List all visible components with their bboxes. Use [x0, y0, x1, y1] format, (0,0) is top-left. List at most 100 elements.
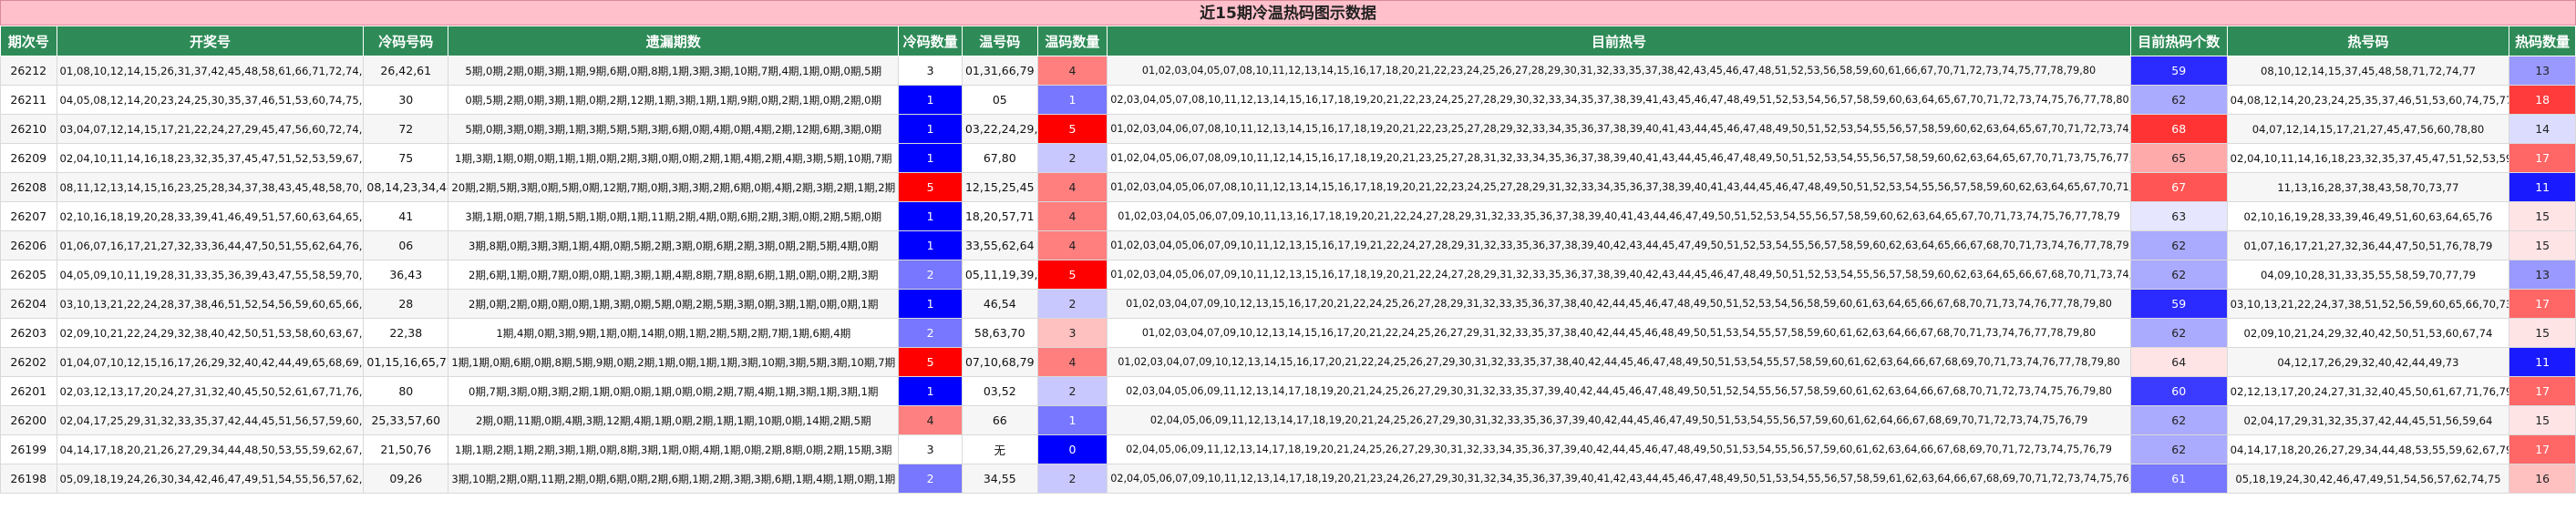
cell-period: 26204: [0, 289, 57, 319]
cell-hot-num: 11,13,16,28,37,38,43,58,70,73,77: [2226, 172, 2510, 202]
cell-cold: 22,38: [363, 318, 449, 348]
cell-hot-num: 02,04,10,11,14,16,18,23,32,35,37,45,47,5…: [2226, 143, 2510, 173]
table-row: 26209 02,04,10,11,14,16,18,23,32,35,37,45…: [0, 143, 2576, 173]
cell-hot: 02,04,05,06,09,11,12,13,14,17,18,19,20,2…: [1107, 405, 2131, 435]
table-row: 26208 08,11,12,13,14,15,16,23,25,28,34,37…: [0, 172, 2576, 202]
cell-hot-total: 60: [2129, 376, 2228, 406]
cell-cold-count: 5: [898, 172, 963, 202]
cell-cold: 36,43: [363, 260, 449, 290]
cell-hot-count: 15: [2509, 201, 2576, 231]
cell-omission: 2期,6期,1期,0期,7期,0期,0期,1期,3期,1期,4期,8期,7期,8…: [448, 260, 900, 290]
cell-cold-count: 5: [898, 347, 963, 377]
cell-hot-count: 16: [2509, 464, 2576, 494]
table-row: 26203 02,09,10,21,22,24,29,32,38,40,42,50…: [0, 318, 2576, 348]
cell-hot-total: 65: [2129, 143, 2228, 173]
cell-hot-num: 04,09,10,28,31,33,35,55,58,59,70,77,79: [2226, 260, 2510, 290]
cell-hot: 02,04,05,06,07,09,10,11,12,13,14,17,18,1…: [1107, 464, 2131, 494]
cell-period: 26208: [0, 172, 57, 202]
page-title: 近15期冷温热码图示数据: [0, 0, 2576, 26]
cell-cold: 21,50,76: [363, 434, 449, 464]
cell-draw: 03,10,13,21,22,24,28,37,38,46,51,52,54,5…: [56, 289, 365, 319]
cell-warm: 33,55,62,64: [961, 230, 1038, 260]
cell-draw: 02,10,16,18,19,20,28,33,39,41,46,49,51,5…: [56, 201, 365, 231]
cell-hot-num: 04,08,12,14,20,23,24,25,35,37,46,51,53,6…: [2226, 85, 2510, 115]
cell-cold: 80: [363, 376, 449, 406]
cell-hot-count: 11: [2509, 347, 2576, 377]
cell-warm: 46,54: [961, 289, 1038, 319]
header-draw: 开奖号: [56, 26, 365, 56]
cell-hot-num: 03,10,13,21,22,24,37,38,51,52,56,59,60,6…: [2226, 289, 2510, 319]
cell-warm-count: 1: [1036, 405, 1108, 435]
cell-hot-total: 62: [2129, 85, 2228, 115]
table-row: 26205 04,05,09,10,11,19,28,31,33,35,36,39…: [0, 260, 2576, 290]
cell-warm: 18,20,57,71: [961, 201, 1038, 231]
cell-hot: 01,02,03,04,06,07,08,10,11,12,13,14,15,1…: [1107, 114, 2131, 144]
cell-cold: 30: [363, 85, 449, 115]
header-warm-count: 温码数量: [1036, 26, 1108, 56]
cell-draw: 04,05,08,12,14,20,23,24,25,30,35,37,46,5…: [56, 85, 365, 115]
cell-cold: 08,14,23,34,48: [363, 172, 449, 202]
cell-warm-count: 4: [1036, 172, 1108, 202]
cell-draw: 04,14,17,18,20,21,26,27,29,34,44,48,50,5…: [56, 434, 365, 464]
cell-hot-num: 04,07,12,14,15,17,21,27,45,47,56,60,78,8…: [2226, 114, 2510, 144]
cell-cold-count: 4: [898, 405, 963, 435]
cell-hot: 02,03,04,05,06,09,11,12,13,14,17,18,19,2…: [1107, 376, 2131, 406]
cell-cold: 25,33,57,60: [363, 405, 449, 435]
cell-omission: 2期,0期,2期,0期,0期,0期,1期,3期,0期,5期,0期,2期,5期,3…: [448, 289, 900, 319]
cell-omission: 0期,7期,3期,0期,3期,2期,1期,0期,0期,1期,0期,0期,2期,7…: [448, 376, 900, 406]
cell-hot-count: 15: [2509, 405, 2576, 435]
cell-omission: 1期,4期,0期,3期,9期,1期,0期,14期,0期,1期,2期,5期,2期,…: [448, 318, 900, 348]
table-row: 26207 02,10,16,18,19,20,28,33,39,41,46,49…: [0, 201, 2576, 231]
cell-hot-count: 17: [2509, 434, 2576, 464]
cell-warm-count: 4: [1036, 347, 1108, 377]
cell-cold: 75: [363, 143, 449, 173]
cell-hot-total: 67: [2129, 172, 2228, 202]
cell-warm-count: 2: [1036, 376, 1108, 406]
cell-hot-count: 18: [2509, 85, 2576, 115]
cell-cold-count: 2: [898, 260, 963, 290]
cell-draw: 02,09,10,21,22,24,29,32,38,40,42,50,51,5…: [56, 318, 365, 348]
cell-cold-count: 3: [898, 56, 963, 86]
cell-hot-count: 13: [2509, 56, 2576, 86]
cell-hot-total: 62: [2129, 405, 2228, 435]
cell-hot-num: 04,12,17,26,29,32,40,42,44,49,73: [2226, 347, 2510, 377]
cell-period: 26202: [0, 347, 57, 377]
cell-cold: 06: [363, 230, 449, 260]
header-period: 期次号: [0, 26, 57, 56]
cell-cold-count: 2: [898, 318, 963, 348]
cell-period: 26211: [0, 85, 57, 115]
cell-warm-count: 2: [1036, 464, 1108, 494]
table-row: 26198 05,09,18,19,24,26,30,34,42,46,47,49…: [0, 464, 2576, 494]
cell-period: 26198: [0, 464, 57, 494]
header-hot-num: 热号码: [2226, 26, 2510, 56]
cell-period: 26201: [0, 376, 57, 406]
cell-omission: 1期,1期,2期,1期,2期,3期,1期,0期,8期,3期,1期,0期,4期,1…: [448, 434, 900, 464]
cell-draw: 02,04,10,11,14,16,18,23,32,35,37,45,47,5…: [56, 143, 365, 173]
cell-hot-num: 08,10,12,14,15,37,45,48,58,71,72,74,77: [2226, 56, 2510, 86]
cell-hot-count: 17: [2509, 143, 2576, 173]
table-row: 26199 04,14,17,18,20,21,26,27,29,34,44,48…: [0, 434, 2576, 464]
cell-hot: 01,02,03,04,05,06,07,09,10,11,13,16,17,1…: [1107, 201, 2131, 231]
cell-draw: 04,05,09,10,11,19,28,31,33,35,36,39,43,4…: [56, 260, 365, 290]
cell-cold: 41: [363, 201, 449, 231]
table-row: 26201 02,03,12,13,17,20,24,27,31,32,40,45…: [0, 376, 2576, 406]
cell-cold-count: 1: [898, 201, 963, 231]
cell-hot: 01,02,03,04,07,09,10,12,13,15,16,17,20,2…: [1107, 289, 2131, 319]
cell-cold-count: 1: [898, 376, 963, 406]
cell-period: 26203: [0, 318, 57, 348]
cell-period: 26209: [0, 143, 57, 173]
table-row: 26211 04,05,08,12,14,20,23,24,25,30,35,37…: [0, 85, 2576, 115]
cell-hot-count: 11: [2509, 172, 2576, 202]
table-body: 26212 01,08,10,12,14,15,26,31,37,42,45,48…: [0, 56, 2576, 494]
cell-cold: 01,15,16,65,77: [363, 347, 449, 377]
cell-hot-num: 02,12,13,17,20,24,27,31,32,40,45,50,61,6…: [2226, 376, 2510, 406]
cell-warm: 58,63,70: [961, 318, 1038, 348]
cell-omission: 20期,2期,5期,3期,0期,5期,0期,12期,7期,0期,3期,3期,2期…: [448, 172, 900, 202]
table-row: 26200 02,04,17,25,29,31,32,33,35,37,42,44…: [0, 405, 2576, 435]
cell-omission: 2期,0期,11期,0期,4期,3期,12期,4期,1期,0期,2期,1期,1期…: [448, 405, 900, 435]
cell-hot-total: 62: [2129, 230, 2228, 260]
cell-hot-count: 15: [2509, 318, 2576, 348]
cell-warm: 01,31,66,79: [961, 56, 1038, 86]
header-hot-total: 目前热码个数: [2129, 26, 2228, 56]
header-warm: 温号码: [961, 26, 1038, 56]
